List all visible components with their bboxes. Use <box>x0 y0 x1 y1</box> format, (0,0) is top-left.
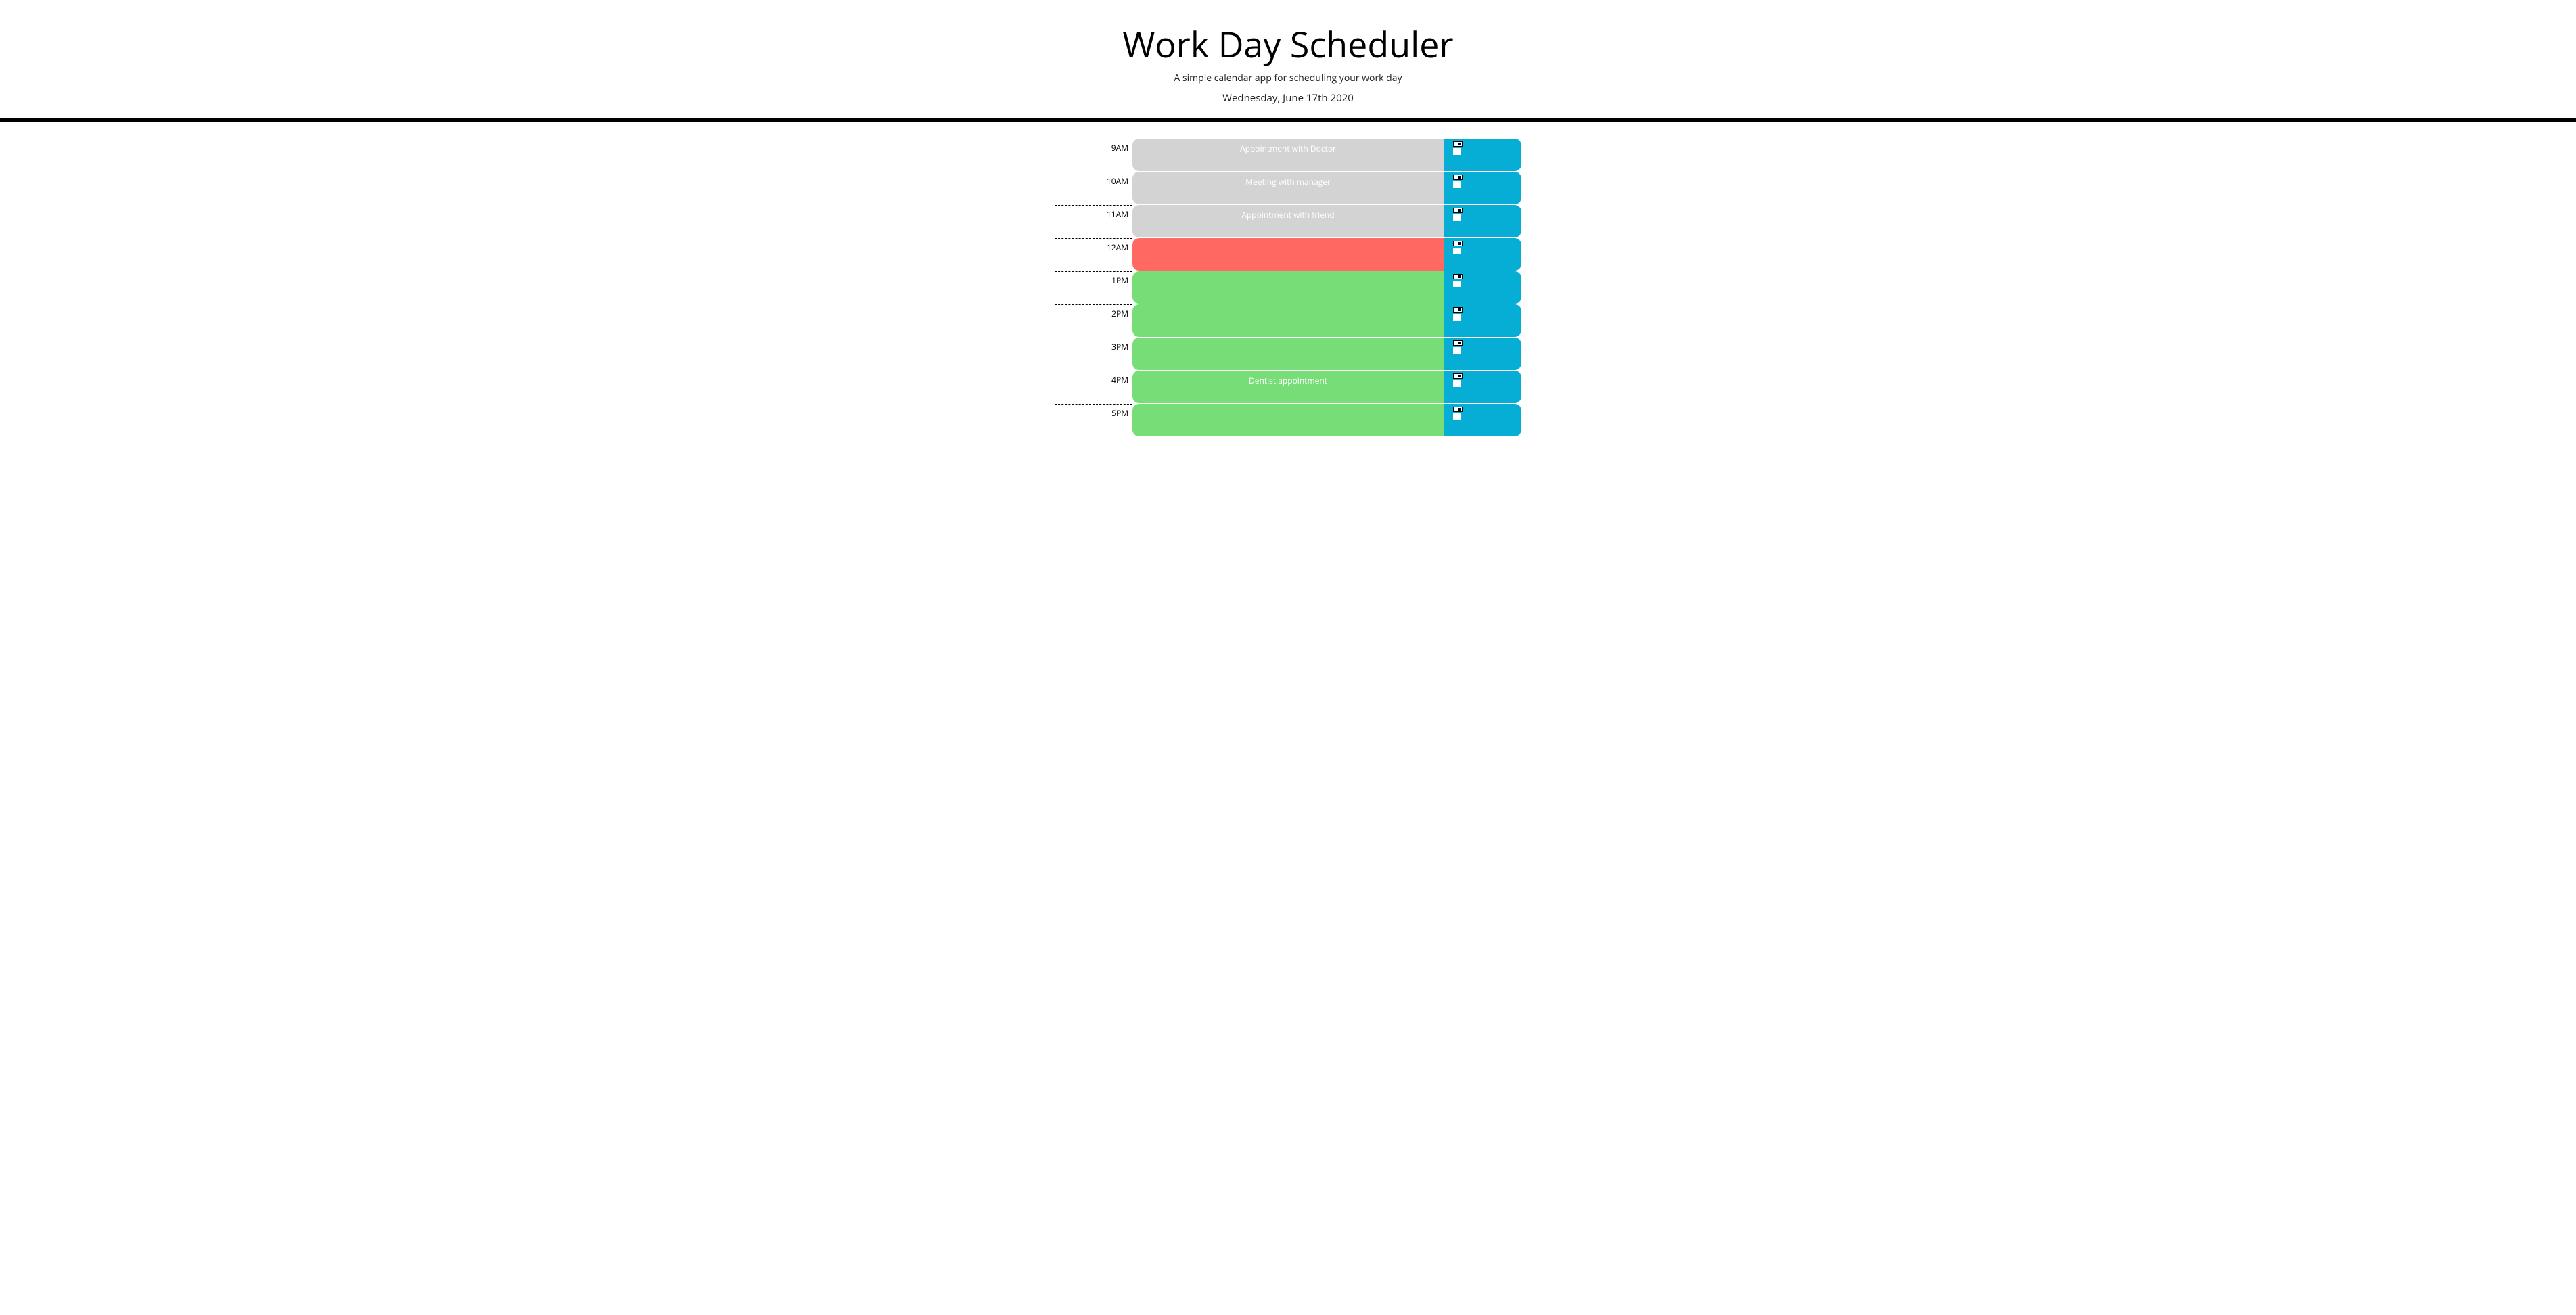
event-input[interactable] <box>1132 205 1444 237</box>
event-input[interactable] <box>1132 304 1444 337</box>
save-button[interactable] <box>1444 404 1521 436</box>
time-block-row: 11AM <box>1055 205 1521 237</box>
save-icon <box>1453 340 1463 354</box>
page-subtitle: A simple calendar app for scheduling you… <box>0 72 2576 85</box>
event-input[interactable] <box>1132 338 1444 370</box>
save-icon <box>1453 208 1463 221</box>
hour-label: 2PM <box>1055 304 1132 337</box>
time-block-row: 10AM <box>1055 172 1521 204</box>
event-input[interactable] <box>1132 404 1444 436</box>
time-block-row: 2PM <box>1055 304 1521 337</box>
save-icon <box>1453 141 1463 155</box>
save-button[interactable] <box>1444 172 1521 204</box>
save-icon <box>1453 307 1463 321</box>
save-button[interactable] <box>1444 139 1521 171</box>
event-input[interactable] <box>1132 172 1444 204</box>
time-block-row: 1PM <box>1055 271 1521 304</box>
time-block-row: 5PM <box>1055 404 1521 436</box>
time-block-row: 4PM <box>1055 371 1521 403</box>
time-block-row: 12AM <box>1055 238 1521 271</box>
hour-label: 3PM <box>1055 338 1132 370</box>
hour-label: 11AM <box>1055 205 1132 237</box>
save-icon <box>1453 373 1463 387</box>
save-button[interactable] <box>1444 205 1521 237</box>
event-input[interactable] <box>1132 271 1444 304</box>
current-date: Wednesday, June 17th 2020 <box>0 91 2576 105</box>
save-icon <box>1453 274 1463 287</box>
event-input[interactable] <box>1132 371 1444 403</box>
hour-label: 1PM <box>1055 271 1132 304</box>
time-block-row: 9AM <box>1055 139 1521 171</box>
page-title: Work Day Scheduler <box>0 20 2576 68</box>
hour-label: 5PM <box>1055 404 1132 436</box>
event-input[interactable] <box>1132 139 1444 171</box>
save-icon <box>1453 175 1463 188</box>
save-icon <box>1453 407 1463 420</box>
hour-label: 10AM <box>1055 172 1132 204</box>
hour-label: 9AM <box>1055 139 1132 171</box>
hour-label: 12AM <box>1055 238 1132 271</box>
page-header: Work Day Scheduler A simple calendar app… <box>0 0 2576 122</box>
save-button[interactable] <box>1444 304 1521 337</box>
hour-label: 4PM <box>1055 371 1132 403</box>
time-block-row: 3PM <box>1055 338 1521 370</box>
save-button[interactable] <box>1444 271 1521 304</box>
event-input[interactable] <box>1132 238 1444 271</box>
save-icon <box>1453 241 1463 254</box>
schedule-container: 9AM10AM11AM12AM1PM2PM3PM4PM5PM <box>1055 139 1521 436</box>
save-button[interactable] <box>1444 238 1521 271</box>
save-button[interactable] <box>1444 338 1521 370</box>
save-button[interactable] <box>1444 371 1521 403</box>
